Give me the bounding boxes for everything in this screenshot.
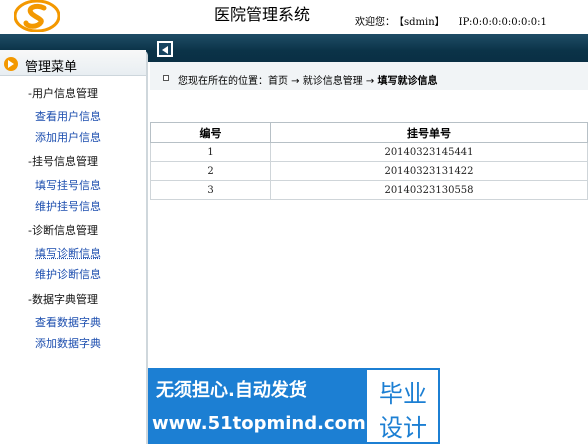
watermark-banner: 无须担心.自动发货 www.51topmind.com 毕业 设计 — [148, 368, 440, 444]
cell-id: 1 — [150, 142, 271, 162]
table-row[interactable]: 1 20140323145441 — [150, 142, 588, 162]
welcome-info: 欢迎您： 【sdmin】 IP:0:0:0:0:0:0:0:1 — [355, 13, 547, 28]
breadcrumb-path: 您现在所在的位置：首页 → 就诊信息管理 → — [178, 76, 378, 87]
banner-right-text-1: 毕业 — [379, 380, 427, 408]
cell-id: 2 — [150, 161, 271, 181]
sidebar-item-add-dictionary[interactable]: 添加数据字典 — [35, 335, 101, 351]
table-header-row: 编号 挂号单号 — [150, 122, 588, 143]
user-name: 【sdmin】 — [399, 17, 445, 28]
registration-table: 编号 挂号单号 1 20140323145441 2 2014032313142… — [150, 122, 588, 200]
registration-table-wrap: 编号 挂号单号 1 20140323145441 2 2014032313142… — [150, 122, 588, 200]
sidebar-item-fill-diagnosis[interactable]: 填写诊断信息 — [35, 245, 101, 261]
banner-left-panel: 无须担心.自动发货 www.51topmind.com — [148, 368, 366, 444]
logo-icon — [14, 0, 60, 32]
banner-website: www.51topmind.com — [152, 413, 366, 434]
sidebar-item-fill-registration[interactable]: 填写挂号信息 — [35, 177, 101, 193]
ip-address: IP:0:0:0:0:0:0:0:1 — [458, 17, 547, 28]
welcome-label: 欢迎您： — [355, 17, 395, 28]
column-header-id: 编号 — [150, 122, 271, 143]
breadcrumb: 您现在所在的位置：首页 → 就诊信息管理 → 填写就诊信息 — [178, 72, 437, 87]
menu-title: 管理菜单 — [25, 60, 78, 75]
group-registration: -挂号信息管理 — [28, 155, 98, 168]
column-header-registration-number: 挂号单号 — [270, 122, 588, 143]
breadcrumb-current: 填写就诊信息 — [377, 76, 438, 87]
banner-slogan: 无须担心.自动发货 — [156, 380, 307, 401]
banner-right-panel: 毕业 设计 — [365, 368, 440, 444]
square-bullet-icon — [163, 75, 169, 81]
table-row[interactable]: 2 20140323131422 — [150, 161, 588, 181]
cell-registration-number: 20140323145441 — [270, 142, 588, 162]
sidebar: 管理菜单 -用户信息管理 查看用户信息 添加用户信息 -挂号信息管理 填写挂号信… — [0, 50, 148, 444]
sidebar-item-maintain-diagnosis[interactable]: 维护诊断信息 — [35, 266, 101, 282]
sidebar-item-view-dictionary[interactable]: 查看数据字典 — [35, 314, 101, 330]
app-header: 医院管理系统 欢迎您： 【sdmin】 IP:0:0:0:0:0:0:0:1 — [0, 0, 588, 34]
table-row[interactable]: 3 20140323130558 — [150, 180, 588, 200]
menu-header: 管理菜单 — [0, 50, 146, 76]
collapse-sidebar-button[interactable] — [157, 41, 173, 57]
cell-id: 3 — [150, 180, 271, 200]
cell-registration-number: 20140323130558 — [270, 180, 588, 200]
sidebar-item-view-users[interactable]: 查看用户信息 — [35, 108, 101, 124]
sidebar-item-add-user[interactable]: 添加用户信息 — [35, 129, 101, 145]
banner-right-text-2: 设计 — [379, 414, 427, 442]
group-user-info: -用户信息管理 — [28, 87, 98, 100]
group-dictionary: -数据字典管理 — [28, 293, 98, 306]
cell-registration-number: 20140323131422 — [270, 161, 588, 181]
sidebar-item-maintain-registration[interactable]: 维护挂号信息 — [35, 198, 101, 214]
group-diagnosis: -诊断信息管理 — [28, 224, 98, 237]
arrow-right-icon — [4, 57, 18, 71]
system-title: 医院管理系统 — [214, 5, 311, 24]
